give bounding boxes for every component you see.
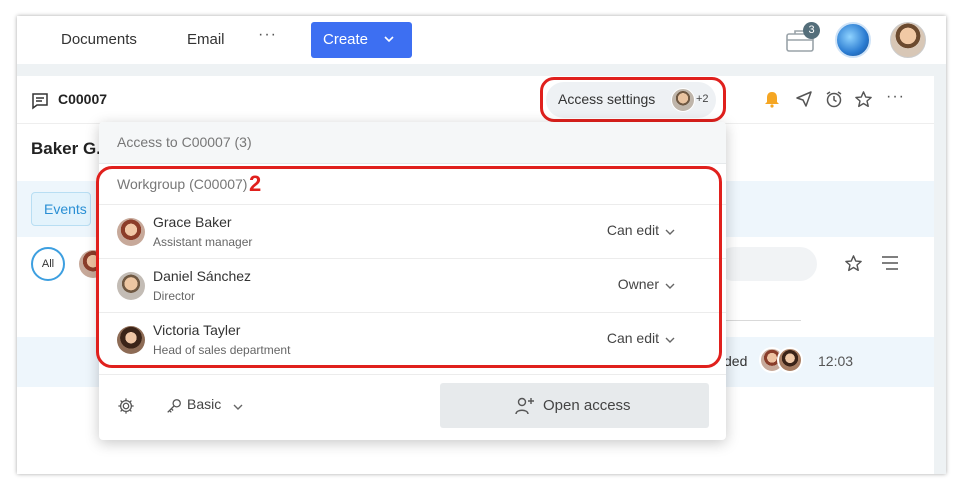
create-button-label: Create bbox=[323, 31, 369, 48]
notification-badge: 3 bbox=[803, 22, 820, 39]
nav-documents[interactable]: Documents bbox=[61, 31, 137, 48]
popup-title: Access to C00007 (3) bbox=[117, 134, 252, 150]
star-icon[interactable] bbox=[844, 254, 863, 273]
filter-all-button[interactable]: All bbox=[31, 247, 65, 281]
top-navigation: Documents Email ··· Create 3 bbox=[17, 16, 946, 64]
chat-icon bbox=[32, 93, 48, 110]
annotation-highlight-2 bbox=[96, 166, 722, 368]
nav-more-button[interactable]: ··· bbox=[258, 26, 277, 44]
user-avatar[interactable] bbox=[890, 22, 926, 58]
workspace-avatar[interactable] bbox=[835, 22, 871, 58]
create-button[interactable]: Create bbox=[311, 22, 412, 58]
feed-row-time: 12:03 bbox=[818, 353, 854, 369]
feed-row-text: ded bbox=[724, 353, 748, 369]
preset-dropdown[interactable]: Basic bbox=[187, 396, 221, 412]
card-header: C00007 Access settings +2 ··· bbox=[17, 76, 934, 124]
open-access-label: Open access bbox=[543, 397, 631, 414]
popup-header: Access to C00007 (3) bbox=[99, 122, 726, 164]
annotation-number-2: 2 bbox=[249, 171, 262, 196]
bell-icon[interactable] bbox=[763, 90, 781, 108]
divider bbox=[721, 320, 801, 321]
gear-icon[interactable] bbox=[117, 397, 135, 415]
send-icon[interactable] bbox=[795, 90, 813, 108]
more-options-icon[interactable]: ··· bbox=[886, 88, 905, 106]
open-access-button[interactable]: Open access bbox=[440, 383, 709, 428]
nav-email[interactable]: Email bbox=[187, 31, 225, 48]
chevron-down-icon[interactable] bbox=[233, 403, 243, 411]
star-icon[interactable] bbox=[854, 90, 873, 109]
document-id: C00007 bbox=[58, 91, 108, 107]
add-user-icon bbox=[515, 397, 534, 415]
annotation-highlight-1 bbox=[540, 77, 726, 122]
key-icon bbox=[167, 399, 181, 413]
feed-search-input[interactable] bbox=[717, 247, 817, 281]
alarm-clock-icon[interactable] bbox=[825, 90, 843, 108]
popup-footer: Basic Open access bbox=[99, 374, 726, 440]
tab-events-label: Events bbox=[44, 201, 87, 217]
participant-avatar bbox=[777, 347, 803, 373]
filter-list-icon[interactable] bbox=[880, 254, 900, 272]
chevron-down-icon bbox=[384, 36, 394, 43]
contact-name: Baker G. bbox=[31, 139, 101, 158]
tab-events[interactable]: Events bbox=[31, 192, 91, 226]
